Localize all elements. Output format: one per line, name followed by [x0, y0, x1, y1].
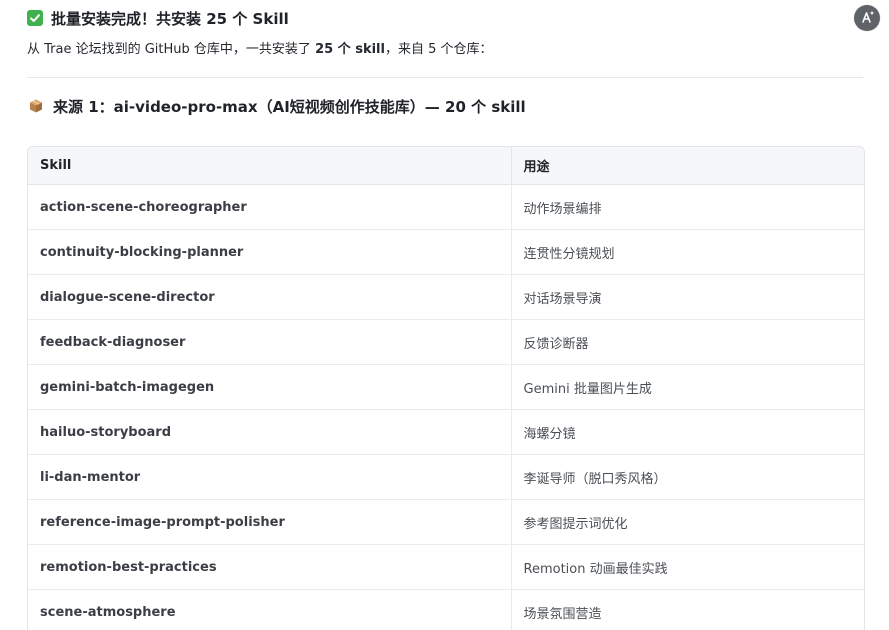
skill-name-cell: reference-image-prompt-polisher [28, 499, 511, 545]
skill-name-cell: remotion-best-practices [28, 544, 511, 590]
skill-name-cell: scene-atmosphere [28, 589, 511, 630]
message-title-row: 批量安装完成！共安装 25 个 Skill [27, 6, 289, 30]
table-row: scene-atmosphere 场景氛围营造 [28, 589, 864, 630]
column-header-skill: Skill [28, 147, 511, 185]
package-icon [27, 97, 45, 115]
table-row: remotion-best-practices Remotion 动画最佳实践 [28, 544, 864, 590]
skill-name-cell: gemini-batch-imagegen [28, 364, 511, 410]
table-row: dialogue-scene-director 对话场景导演 [28, 274, 864, 320]
intro-text: 从 Trae 论坛找到的 GitHub 仓库中，一共安装了 25 个 skill… [27, 41, 493, 59]
check-icon [27, 10, 43, 26]
section-title: 来源 1：ai-video-pro-max（AI短视频创作技能库）— 20 个 … [53, 97, 526, 116]
skill-name-cell: action-scene-choreographer [28, 184, 511, 230]
section-heading: 来源 1：ai-video-pro-max（AI短视频创作技能库）— 20 个 … [27, 95, 526, 117]
skill-name-cell: feedback-diagnoser [28, 319, 511, 365]
divider [27, 77, 863, 78]
table-row: hailuo-storyboard 海螺分镜 [28, 409, 864, 455]
skill-purpose-cell: 动作场景编排 [510, 184, 864, 230]
skill-purpose-cell: Remotion 动画最佳实践 [510, 544, 864, 590]
skill-purpose-cell: 场景氛围营造 [510, 589, 864, 630]
table-header-row: Skill 用途 [28, 147, 864, 185]
intro-suffix: ，来自 5 个仓库： [384, 42, 493, 57]
table-row: continuity-blocking-planner 连贯性分镜规划 [28, 229, 864, 275]
assistant-icon[interactable] [854, 5, 880, 31]
skill-name-cell: hailuo-storyboard [28, 409, 511, 455]
table-row: li-dan-mentor 李诞导师（脱口秀风格） [28, 454, 864, 500]
skill-purpose-cell: 反馈诊断器 [510, 319, 864, 365]
skill-purpose-cell: 参考图提示词优化 [510, 499, 864, 545]
table-row: gemini-batch-imagegen Gemini 批量图片生成 [28, 364, 864, 410]
intro-prefix: 从 Trae 论坛找到的 GitHub 仓库中，一共安装了 [27, 42, 316, 57]
message-title: 批量安装完成！共安装 25 个 Skill [51, 9, 289, 28]
skill-name-cell: li-dan-mentor [28, 454, 511, 500]
skill-name-cell: continuity-blocking-planner [28, 229, 511, 275]
table-row: action-scene-choreographer 动作场景编排 [28, 184, 864, 230]
skill-purpose-cell: 连贯性分镜规划 [510, 229, 864, 275]
skill-purpose-cell: 李诞导师（脱口秀风格） [510, 454, 864, 500]
skill-purpose-cell: 对话场景导演 [510, 274, 864, 320]
skills-table-container: Skill 用途 action-scene-choreographer 动作场景… [27, 146, 865, 630]
skill-name-cell: dialogue-scene-director [28, 274, 511, 320]
intro-count: 25 个 skill [315, 42, 385, 57]
column-header-purpose: 用途 [510, 147, 864, 185]
skill-purpose-cell: 海螺分镜 [510, 409, 864, 455]
table-row: reference-image-prompt-polisher 参考图提示词优化 [28, 499, 864, 545]
table-row: feedback-diagnoser 反馈诊断器 [28, 319, 864, 365]
chat-message: 批量安装完成！共安装 25 个 Skill 从 Trae 论坛找到的 GitHu… [0, 0, 889, 630]
skills-table: Skill 用途 action-scene-choreographer 动作场景… [28, 147, 864, 630]
skill-purpose-cell: Gemini 批量图片生成 [510, 364, 864, 410]
